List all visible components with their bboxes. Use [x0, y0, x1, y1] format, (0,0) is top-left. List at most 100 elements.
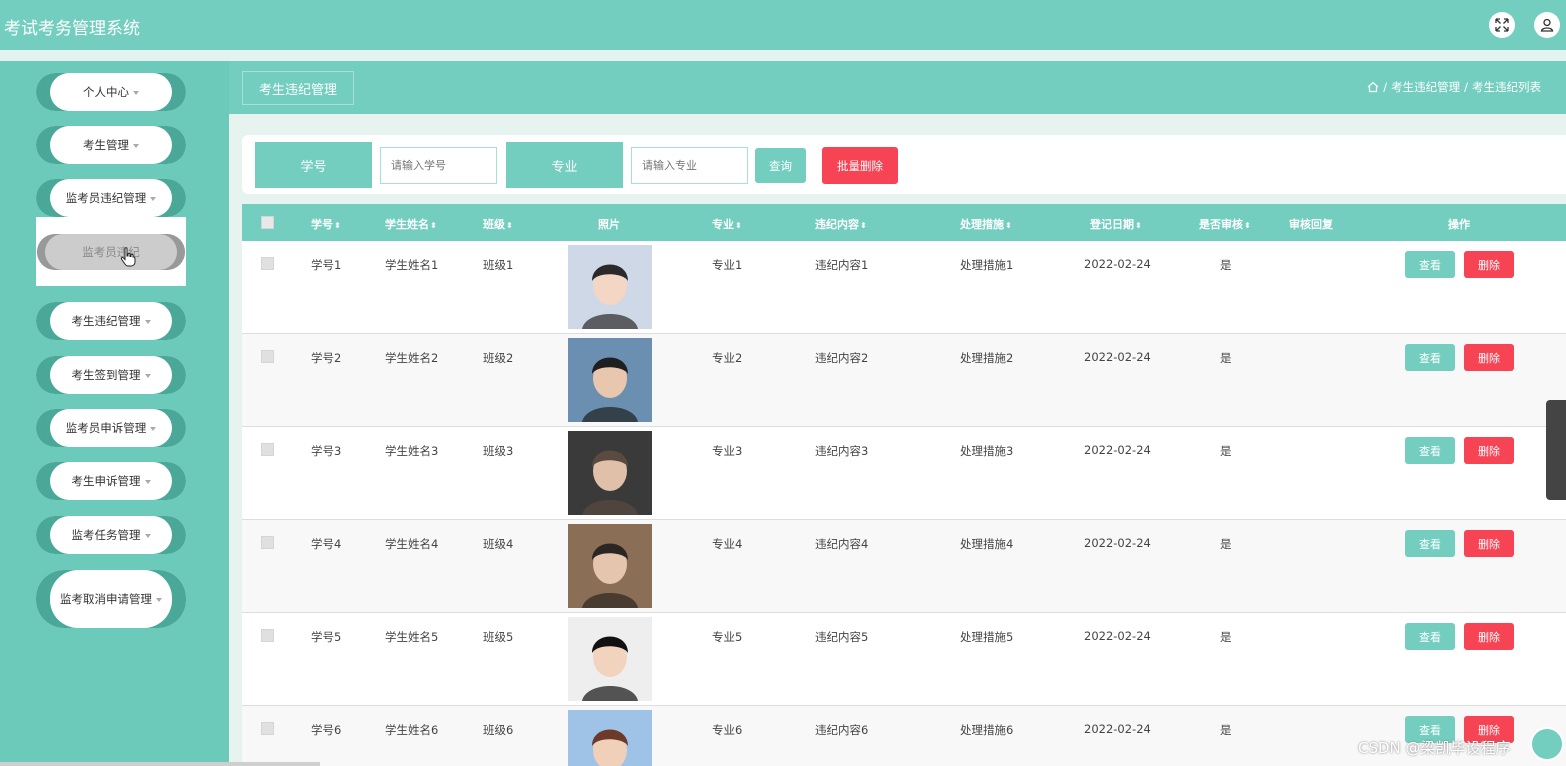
search-panel: 学号 专业 查询 批量删除: [242, 135, 1566, 194]
row-checkbox[interactable]: [261, 536, 274, 549]
column-header-student-name[interactable]: 学生姓名⬍: [385, 216, 437, 232]
delete-button[interactable]: 删除: [1464, 251, 1514, 278]
cell-student-id: 学号3: [311, 444, 342, 458]
sidebar-item-invigilator-violation-management[interactable]: 监考员违纪管理: [36, 179, 186, 217]
sidebar-item-label: 个人中心: [83, 85, 129, 99]
cell-class: 班级2: [483, 351, 514, 365]
sidebar-item-label: 考生违纪管理: [71, 314, 141, 328]
student-photo: [568, 245, 652, 329]
student-photo: [568, 710, 652, 766]
breadcrumb: / 考生违纪管理 / 考生违纪列表: [1367, 79, 1541, 95]
home-icon[interactable]: [1367, 81, 1379, 93]
major-label: 专业: [506, 142, 623, 188]
horizontal-scrollbar[interactable]: [0, 762, 320, 766]
sort-icon[interactable]: ⬍: [1244, 221, 1251, 230]
user-icon[interactable]: [1534, 12, 1560, 38]
sidebar-item-invigilation-task-management[interactable]: 监考任务管理: [36, 516, 186, 554]
sort-icon[interactable]: ⬍: [430, 221, 437, 230]
student-id-label: 学号: [255, 142, 372, 188]
view-button[interactable]: 查看: [1405, 437, 1455, 464]
cell-class: 班级1: [483, 258, 514, 272]
top-bar: 考试考务管理系统: [0, 0, 1566, 50]
select-all-checkbox[interactable]: [261, 216, 274, 229]
chevron-down-icon: [144, 533, 151, 538]
sidebar-item-student-management[interactable]: 考生管理: [36, 126, 186, 164]
chevron-down-icon: [150, 426, 157, 431]
column-header-violation-content[interactable]: 违纪内容⬍: [815, 216, 867, 232]
cell-date: 2022-02-24: [1084, 629, 1151, 643]
back-to-top-button[interactable]: [1530, 727, 1564, 761]
student-photo: [568, 617, 652, 701]
column-header-student-id[interactable]: 学号⬍: [311, 216, 341, 232]
submenu-item-invigilator-violation[interactable]: 监考员违纪: [37, 234, 185, 270]
page-tab[interactable]: 考生违纪管理: [242, 71, 354, 105]
sort-icon[interactable]: ⬍: [735, 221, 742, 230]
row-checkbox[interactable]: [261, 722, 274, 735]
column-header-measure[interactable]: 处理措施⬍: [960, 216, 1012, 232]
sort-icon[interactable]: ⬍: [1135, 221, 1142, 230]
cell-measure: 处理措施5: [960, 630, 1014, 644]
sort-icon[interactable]: ⬍: [860, 221, 867, 230]
sidebar-item-personal-center[interactable]: 个人中心: [36, 73, 186, 111]
cell-student-name: 学生姓名5: [385, 630, 439, 644]
sort-icon[interactable]: ⬍: [1005, 221, 1012, 230]
cell-audited: 是: [1220, 258, 1232, 272]
student-photo: [568, 524, 652, 608]
side-drawer-handle[interactable]: [1546, 400, 1566, 500]
chevron-down-icon: [150, 196, 157, 201]
cell-date: 2022-02-24: [1084, 443, 1151, 457]
chevron-down-icon: [156, 597, 162, 602]
cell-student-name: 学生姓名1: [385, 258, 439, 272]
column-header-date[interactable]: 登记日期⬍: [1090, 216, 1142, 232]
student-id-input[interactable]: [380, 147, 497, 184]
cell-class: 班级6: [483, 723, 514, 737]
column-header-major[interactable]: 专业⬍: [712, 216, 742, 232]
major-input[interactable]: [631, 147, 748, 184]
sort-icon[interactable]: ⬍: [506, 221, 513, 230]
column-header-class[interactable]: 班级⬍: [483, 216, 513, 232]
cell-audited: 是: [1220, 537, 1232, 551]
view-button[interactable]: 查看: [1405, 623, 1455, 650]
breadcrumb-separator: /: [1383, 80, 1388, 94]
column-header-audited[interactable]: 是否审核⬍: [1199, 216, 1251, 232]
cell-major: 专业3: [712, 444, 743, 458]
chevron-down-icon: [144, 319, 151, 324]
fullscreen-icon[interactable]: [1489, 12, 1515, 38]
cell-student-name: 学生姓名2: [385, 351, 439, 365]
row-checkbox[interactable]: [261, 443, 274, 456]
batch-delete-button[interactable]: 批量删除: [822, 147, 898, 184]
sidebar-item-label: 考生签到管理: [71, 368, 141, 382]
cell-class: 班级4: [483, 537, 514, 551]
breadcrumb-item[interactable]: 考生违纪管理: [1391, 79, 1460, 95]
delete-button[interactable]: 删除: [1464, 437, 1514, 464]
cell-violation-content: 违纪内容6: [815, 723, 869, 737]
table-row: 学号2 学生姓名2 班级2 专业2 违纪内容2 处理措施2 2022-02-24 是 查看 删除: [242, 334, 1566, 427]
cell-violation-content: 违纪内容1: [815, 258, 869, 272]
delete-button[interactable]: 删除: [1464, 530, 1514, 557]
main-content: 考生违纪管理 / 考生违纪管理 / 考生违纪列表 学号 专业 查询 批量删除 学…: [229, 61, 1566, 766]
column-header-photo: 照片: [598, 218, 620, 231]
cell-audited: 是: [1220, 630, 1232, 644]
chevron-down-icon: [133, 90, 139, 95]
table-row: 学号3 学生姓名3 班级3 专业3 违纪内容3 处理措施3 2022-02-24 是 查看 删除: [242, 427, 1566, 520]
view-button[interactable]: 查看: [1405, 530, 1455, 557]
sidebar-item-student-checkin-management[interactable]: 考生签到管理: [36, 356, 186, 394]
cell-date: 2022-02-24: [1084, 536, 1151, 550]
query-button[interactable]: 查询: [755, 148, 806, 183]
sidebar-item-student-violation-management[interactable]: 考生违纪管理: [36, 302, 186, 340]
violation-table: 学号⬍ 学生姓名⬍ 班级⬍ 照片 专业⬍ 违纪内容⬍ 处理措施⬍ 登记日期⬍ 是…: [242, 204, 1566, 766]
sidebar-item-cancel-request-management[interactable]: 监考取消申请管理: [36, 570, 186, 628]
delete-button[interactable]: 删除: [1464, 623, 1514, 650]
sort-icon[interactable]: ⬍: [334, 221, 341, 230]
row-checkbox[interactable]: [261, 257, 274, 270]
view-button[interactable]: 查看: [1405, 344, 1455, 371]
view-button[interactable]: 查看: [1405, 251, 1455, 278]
sidebar-item-student-appeal-management[interactable]: 考生申诉管理: [36, 462, 186, 500]
row-checkbox[interactable]: [261, 629, 274, 642]
row-checkbox[interactable]: [261, 350, 274, 363]
sidebar-item-label: 考生管理: [83, 138, 129, 152]
cell-audited: 是: [1220, 444, 1232, 458]
cell-class: 班级5: [483, 630, 514, 644]
sidebar-item-invigilator-appeal-management[interactable]: 监考员申诉管理: [36, 409, 186, 447]
delete-button[interactable]: 删除: [1464, 344, 1514, 371]
